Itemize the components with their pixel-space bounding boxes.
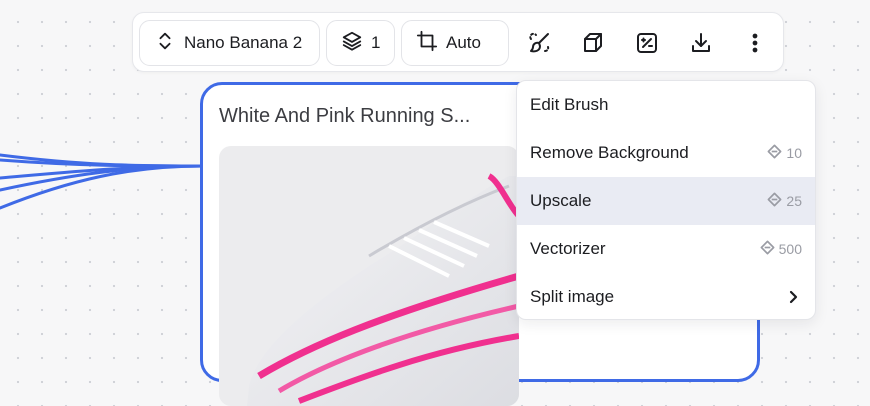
node-connection-edges	[0, 153, 205, 210]
menu-item-label: Split image	[530, 287, 615, 306]
menu-item-upscale[interactable]: Upscale 25	[517, 177, 815, 225]
credit-cost: 500	[760, 240, 802, 258]
chevron-updown-icon	[154, 30, 176, 57]
menu-item-vectorizer[interactable]: Vectorizer 500	[517, 225, 815, 273]
credit-value: 500	[778, 241, 802, 257]
menu-item-edit-brush[interactable]: Edit Brush	[517, 81, 815, 129]
layers-icon	[341, 30, 363, 57]
credit-icon	[767, 144, 782, 162]
menu-item-label: Vectorizer	[530, 239, 606, 258]
credit-value: 10	[786, 145, 802, 161]
credit-icon	[760, 240, 775, 258]
crop-icon	[416, 30, 438, 57]
aspect-label: Auto	[446, 33, 481, 52]
more-vertical-icon[interactable]	[740, 28, 770, 58]
image-count-button[interactable]: 1	[326, 20, 395, 66]
menu-item-label: Remove Background	[530, 143, 689, 162]
menu-item-label: Upscale	[530, 191, 592, 210]
model-label: Nano Banana 2	[184, 33, 303, 52]
count-label: 1	[371, 33, 381, 52]
running-shoe-illustration	[247, 173, 519, 406]
node-toolbar: Nano Banana 2 1 Auto	[132, 12, 784, 72]
credit-cost: 25	[767, 192, 802, 210]
shoe-image[interactable]	[219, 146, 519, 406]
credit-icon	[767, 192, 782, 210]
chevron-right-icon	[784, 288, 802, 306]
credit-value: 25	[786, 193, 802, 209]
menu-item-label: Edit Brush	[530, 95, 609, 114]
menu-item-split-image[interactable]: Split image	[517, 273, 815, 319]
brush-icon[interactable]	[525, 28, 555, 58]
download-icon[interactable]	[686, 28, 716, 58]
credit-cost: 10	[767, 144, 802, 162]
model-selector-button[interactable]: Nano Banana 2	[139, 20, 320, 66]
percent-square-icon[interactable]	[632, 28, 662, 58]
more-actions-menu: Edit Brush Remove Background 10 Upscale …	[516, 80, 816, 320]
aspect-ratio-button[interactable]: Auto	[401, 20, 509, 66]
menu-item-remove-background[interactable]: Remove Background 10	[517, 129, 815, 177]
card-title: White And Pink Running S...	[219, 105, 471, 127]
cube-icon[interactable]	[578, 28, 608, 58]
